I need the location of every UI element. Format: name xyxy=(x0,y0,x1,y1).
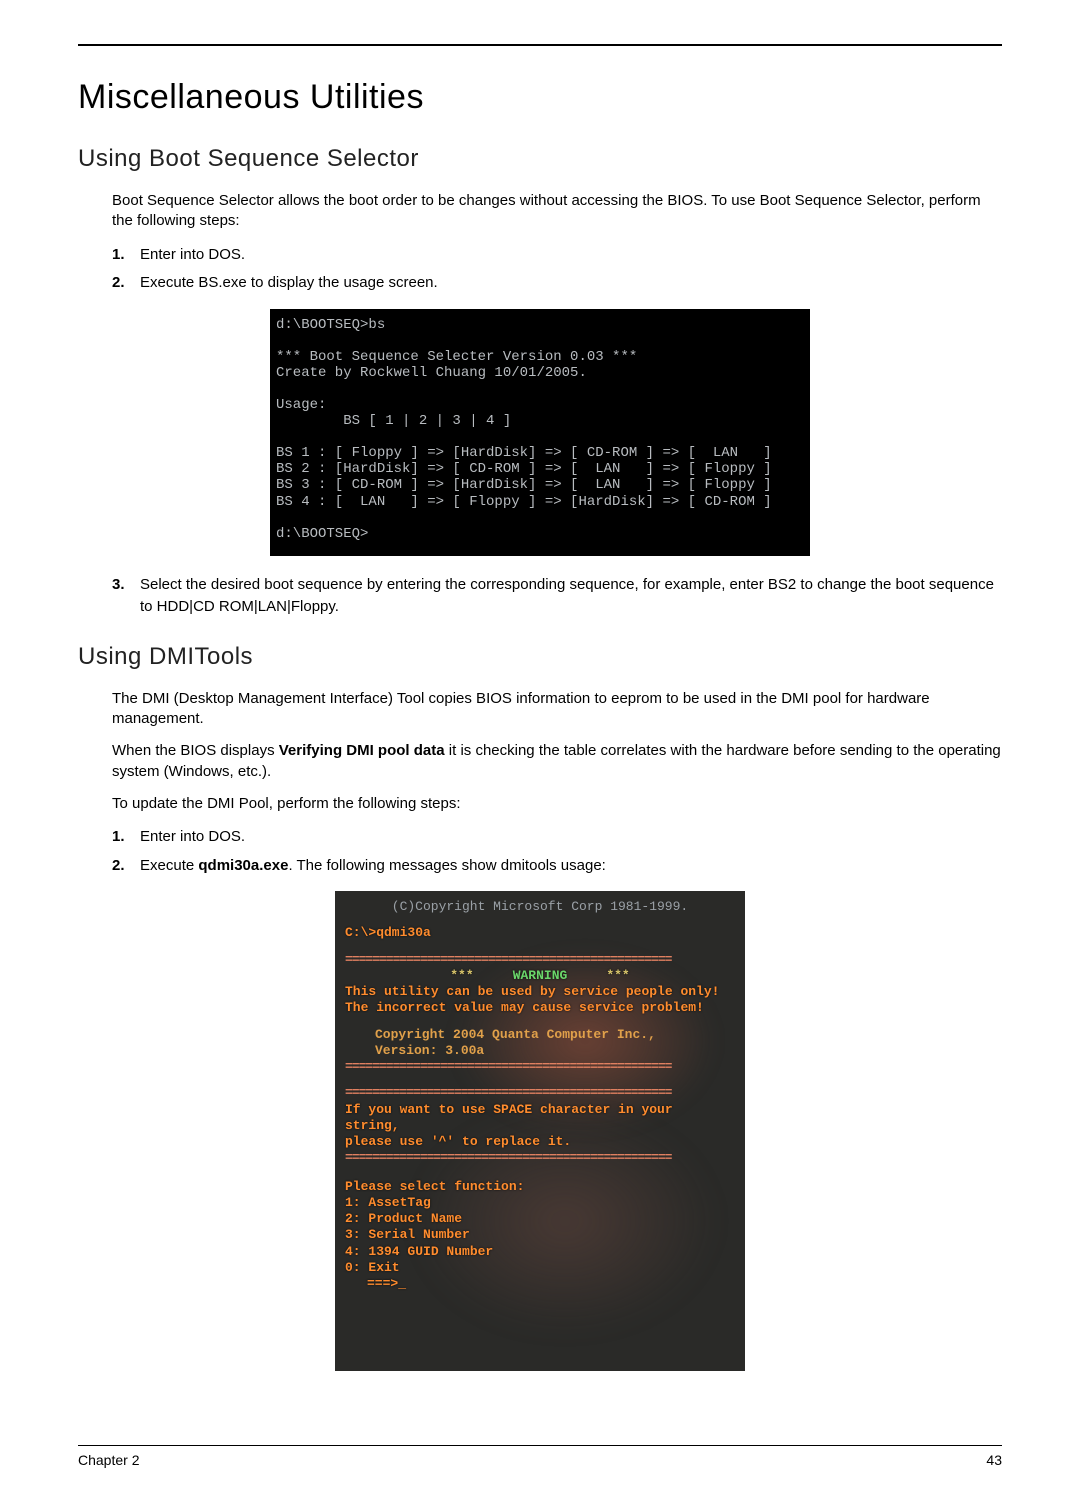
top-rule xyxy=(78,44,1002,46)
bold-text: Verifying DMI pool data xyxy=(279,742,445,759)
text-run: . The following messages show dmitools u… xyxy=(288,857,605,874)
paragraph: To update the DMI Pool, perform the foll… xyxy=(112,794,1002,814)
step-text: Execute qdmi30a.exe. The following messa… xyxy=(140,855,1002,878)
warn-label: WARNING xyxy=(513,968,568,983)
section-heading-dmitools: Using DMITools xyxy=(78,643,1002,671)
paragraph: When the BIOS displays Verifying DMI poo… xyxy=(112,741,1002,782)
step-number: 1. xyxy=(112,244,140,267)
divider-line: ========================================… xyxy=(345,1150,735,1166)
bold-text: qdmi30a.exe xyxy=(198,857,288,874)
warn-stars: *** xyxy=(606,968,629,983)
step-text: Select the desired boot sequence by ente… xyxy=(140,574,1002,619)
text-run: When the BIOS displays xyxy=(112,742,279,759)
divider-line: ========================================… xyxy=(345,1059,735,1075)
prompt-line: C:\>qdmi30a xyxy=(345,925,735,941)
step-text: Enter into DOS. xyxy=(140,244,1002,267)
dmitools-screenshot: (C)Copyright Microsoft Corp 1981-1999. C… xyxy=(335,891,745,1371)
step-number: 3. xyxy=(112,574,140,619)
footer-rule xyxy=(78,1445,1002,1446)
hint-text: If you want to use SPACE character in yo… xyxy=(345,1102,735,1135)
footer-chapter: Chapter 2 xyxy=(78,1452,139,1468)
divider-line: ========================================… xyxy=(345,1085,735,1101)
ordered-list: 1. Enter into DOS. 2. Execute BS.exe to … xyxy=(112,244,1002,295)
list-item: 1. Enter into DOS. xyxy=(112,244,1002,267)
warn-text: The incorrect value may cause service pr… xyxy=(345,1000,735,1016)
ordered-list-continued: 3. Select the desired boot sequence by e… xyxy=(112,574,1002,619)
footer-page-number: 43 xyxy=(986,1452,1002,1468)
menu-item: 2: Product Name xyxy=(345,1211,735,1227)
ordered-list: 1. Enter into DOS. 2. Execute qdmi30a.ex… xyxy=(112,826,1002,877)
menu-title: Please select function: xyxy=(345,1179,735,1195)
input-prompt: ===>_ xyxy=(367,1276,735,1292)
step-text: Execute BS.exe to display the usage scre… xyxy=(140,272,1002,295)
paragraph: The DMI (Desktop Management Interface) T… xyxy=(112,689,1002,730)
terminal-wrapper: d:\BOOTSEQ>bs *** Boot Sequence Selecter… xyxy=(78,309,1002,556)
copyright-line: (C)Copyright Microsoft Corp 1981-1999. xyxy=(345,899,735,915)
step-number: 1. xyxy=(112,826,140,849)
menu-item: 3: Serial Number xyxy=(345,1227,735,1243)
warn-text: This utility can be used by service peop… xyxy=(345,984,735,1000)
step-number: 2. xyxy=(112,855,140,878)
menu-item: 1: AssetTag xyxy=(345,1195,735,1211)
copyright-text: Copyright 2004 Quanta Computer Inc., xyxy=(375,1027,735,1043)
dos-terminal-screenshot: d:\BOOTSEQ>bs *** Boot Sequence Selecter… xyxy=(270,309,810,556)
text-run: Execute xyxy=(140,857,198,874)
version-text: Version: 3.00a xyxy=(375,1043,735,1059)
intro-paragraph: Boot Sequence Selector allows the boot o… xyxy=(112,191,1002,232)
section-heading-boot-sequence: Using Boot Sequence Selector xyxy=(78,145,1002,173)
list-item: 1. Enter into DOS. xyxy=(112,826,1002,849)
hint-text: please use '^' to replace it. xyxy=(345,1134,735,1150)
step-text: Enter into DOS. xyxy=(140,826,1002,849)
list-item: 3. Select the desired boot sequence by e… xyxy=(112,574,1002,619)
divider-line: ========================================… xyxy=(345,952,735,968)
list-item: 2. Execute qdmi30a.exe. The following me… xyxy=(112,855,1002,878)
menu-item: 4: 1394 GUID Number xyxy=(345,1244,735,1260)
page-heading: Miscellaneous Utilities xyxy=(78,78,1002,117)
warn-stars: *** xyxy=(450,968,473,983)
menu-item: 0: Exit xyxy=(345,1260,735,1276)
screenshot-wrapper: (C)Copyright Microsoft Corp 1981-1999. C… xyxy=(78,891,1002,1371)
list-item: 2. Execute BS.exe to display the usage s… xyxy=(112,272,1002,295)
page-footer: Chapter 2 43 xyxy=(78,1445,1002,1468)
step-number: 2. xyxy=(112,272,140,295)
page: Miscellaneous Utilities Using Boot Seque… xyxy=(0,0,1080,1512)
